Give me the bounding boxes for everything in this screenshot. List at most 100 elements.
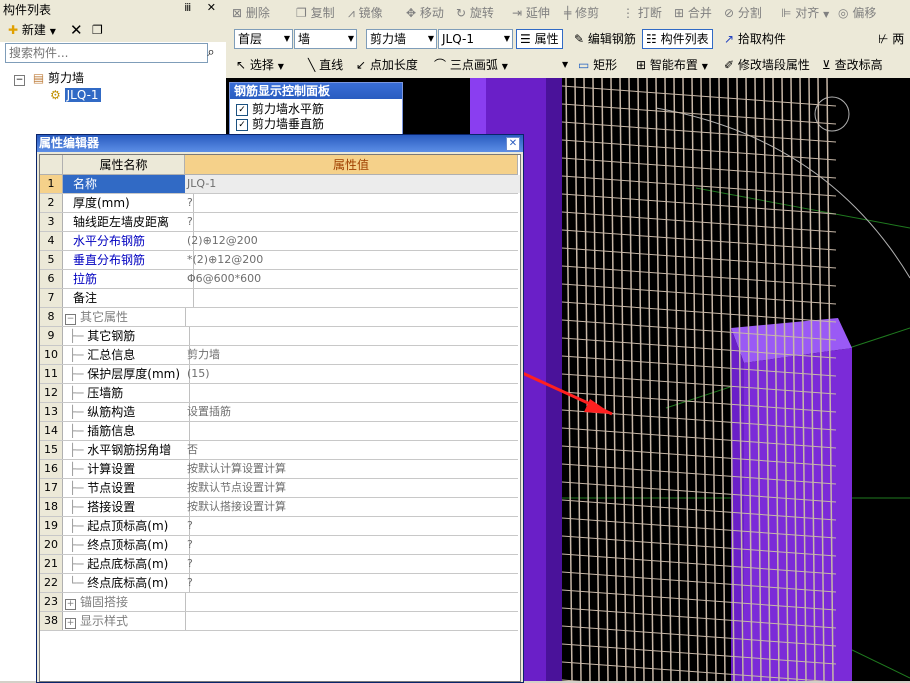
select-button[interactable]: ↖ 选择 ▼ — [236, 56, 284, 74]
merge-button[interactable]: ⊞ 合并 — [674, 4, 712, 22]
property-button[interactable]: ☰ 属性 — [516, 29, 563, 49]
table-row[interactable]: 8− 其它属性 — [40, 308, 518, 327]
subtype-select[interactable]: 剪力墙 ▼ — [366, 29, 437, 49]
rect-icon: ▭ — [578, 58, 590, 72]
table-row[interactable]: 12 ├─ 压墙筋 — [40, 384, 518, 403]
two-point-icon: ⊬ — [878, 32, 889, 46]
table-row[interactable]: 1 名称 JLQ-1 — [40, 175, 520, 194]
table-row[interactable]: 18 ├─ 搭接设置 按默认搭接设置计算 — [40, 498, 518, 517]
control-panel-title: 钢筋显示控制面板 — [230, 83, 402, 99]
vertical-rebar — [646, 78, 654, 681]
property-editor-title: 属性编辑器 — [37, 135, 523, 152]
trim-icon: ╪ — [564, 6, 572, 20]
mirror-button[interactable]: ⩘ 镜像 — [348, 4, 383, 22]
vertical-rebar — [682, 78, 690, 681]
copy-component-icon[interactable]: ❐ — [92, 21, 103, 39]
expand-icon[interactable]: + — [65, 618, 76, 629]
table-row[interactable]: 15 ├─ 水平钢筋拐角增否 — [40, 441, 518, 460]
point-length-button[interactable]: ↙ 点加长度 — [356, 56, 418, 74]
edit-rebar-button[interactable]: ✎ 编辑钢筋 — [574, 30, 636, 48]
split-button[interactable]: ⊘ 分割 — [724, 4, 762, 22]
property-editor-window: 属性编辑器 ✕ 属性名称 属性值 1 名称 JLQ-1 2 厚度(mm)? 3 轴线距左… — [36, 134, 524, 683]
collapse-icon[interactable]: − — [14, 75, 25, 86]
table-row[interactable]: 3 轴线距左墙皮距离? — [40, 213, 518, 232]
pin-icon[interactable]: ⅲ — [184, 1, 197, 14]
checkbox-vertical-rebar[interactable]: ✓ 剪力墙垂直筋 — [236, 117, 324, 131]
vertical-rebar — [610, 78, 618, 681]
collapse-icon[interactable]: − — [65, 314, 76, 325]
table-row[interactable]: 11 ├─ 保护层厚度(mm) (15) — [40, 365, 518, 384]
table-row[interactable]: 2 厚度(mm)? — [40, 194, 518, 213]
modify-segment-button[interactable]: ✐ 修改墙段属性 — [724, 56, 810, 74]
new-component-button[interactable]: ✚ 新建 ▼ — [8, 21, 56, 39]
table-row[interactable]: 17 ├─ 节点设置 按默认节点设置计算 — [40, 479, 518, 498]
dropdown-arrow-icon: ▼ — [49, 27, 56, 36]
close-icon[interactable]: ✕ — [506, 137, 520, 151]
close-icon[interactable]: ✕ — [207, 1, 222, 14]
checkbox-checked-icon[interactable]: ✓ — [236, 118, 248, 131]
floor-select[interactable]: 首层 ▼ — [234, 29, 293, 49]
line-button[interactable]: ╲ 直线 — [308, 56, 343, 74]
move-icon: ✥ — [406, 6, 417, 20]
align-button[interactable]: ⊫ 对齐 ▼ — [781, 4, 829, 22]
table-row[interactable]: 19 ├─ 起点顶标高(m)? — [40, 517, 518, 536]
vertical-rebar — [691, 78, 699, 681]
three-point-arc-button[interactable]: ⌒ 三点画弧 ▼ — [434, 56, 508, 74]
vertical-rebar — [619, 78, 627, 681]
table-row[interactable]: 20 ├─ 终点顶标高(m)? — [40, 536, 518, 555]
delete-icon: ⊠ — [232, 6, 243, 20]
vertical-rebar — [718, 78, 726, 681]
component-select[interactable]: JLQ-1 ▼ — [438, 29, 513, 49]
table-row[interactable]: 14 ├─ 插筋信息 — [40, 422, 518, 441]
rect-button[interactable]: ▭ 矩形 — [578, 56, 617, 74]
check-elevation-icon: ⊻ — [822, 58, 831, 72]
table-row[interactable]: 22 └─ 终点底标高(m)? — [40, 574, 518, 593]
vertical-rebar — [655, 78, 663, 681]
move-button[interactable]: ✥ 移动 — [406, 4, 444, 22]
expand-icon[interactable]: + — [65, 599, 76, 610]
checkbox-checked-icon[interactable]: ✓ — [236, 103, 248, 116]
table-row[interactable]: 38 + 显示样式 — [40, 612, 518, 631]
arc-dropdown-icon[interactable]: ▼ — [562, 56, 568, 74]
extend-button[interactable]: ⇥ 延伸 — [512, 4, 550, 22]
delete-button[interactable]: ⊠ 删除 — [232, 4, 270, 22]
table-row[interactable]: 23 + 锚固搭接 — [40, 593, 518, 612]
pick-icon: ↗ — [724, 32, 735, 46]
copy-button[interactable]: ❐ 复制 — [296, 4, 335, 22]
component-search-input[interactable] — [5, 43, 208, 63]
table-row[interactable]: 7 备注 — [40, 289, 518, 308]
col-value-header: 属性值 — [185, 155, 518, 175]
break-button[interactable]: ⋮ 打断 — [622, 4, 662, 22]
search-icon[interactable]: ⌕ — [201, 43, 221, 63]
mirror-icon: ⩘ — [348, 6, 355, 20]
pick-component-button[interactable]: ↗ 拾取构件 — [724, 30, 786, 48]
component-list-button[interactable]: ☷ 构件列表 — [642, 29, 713, 49]
split-icon: ⊘ — [724, 6, 735, 20]
smart-layout-icon: ⊞ — [636, 58, 647, 72]
offset-button[interactable]: ◎ 偏移 — [838, 4, 876, 22]
table-row[interactable]: 4 水平分布钢筋 (2)⊕12@200 — [40, 232, 518, 251]
trim-button[interactable]: ╪ 修剪 — [564, 4, 599, 22]
checkbox-horizontal-rebar[interactable]: ✓ 剪力墙水平筋 — [236, 102, 324, 116]
delete-component-icon[interactable]: ✕ — [70, 21, 83, 39]
component-list-title: 构件列表 — [3, 3, 52, 17]
table-row[interactable]: 6 拉筋 Φ6@600*600 — [40, 270, 518, 289]
table-row[interactable]: 16 ├─ 计算设置 按默认计算设置计算 — [40, 460, 518, 479]
type-select[interactable]: 墙 ▼ — [294, 29, 357, 49]
table-row[interactable]: 9 ├─ 其它钢筋 — [40, 327, 518, 346]
break-icon: ⋮ — [622, 6, 634, 20]
smart-layout-button[interactable]: ⊞ 智能布置 ▼ — [636, 56, 708, 74]
cursor-icon: ↖ — [236, 58, 247, 72]
tree-item-shear-wall[interactable]: − ▤ 剪力墙 — [14, 70, 84, 86]
table-row[interactable]: 10 ├─ 汇总信息 剪力墙 — [40, 346, 518, 365]
table-row[interactable]: 13 ├─ 纵筋构造 设置插筋 — [40, 403, 518, 422]
horizontal-rebar — [561, 301, 837, 323]
table-row[interactable]: 5 垂直分布钢筋 *(2)⊕12@200 — [40, 251, 518, 270]
row-number-header — [40, 155, 63, 175]
tree-item-jlq1[interactable]: ⚙ JLQ-1 — [50, 87, 101, 103]
check-elevation-button[interactable]: ⊻ 查改标高 — [822, 56, 883, 74]
rotate-button[interactable]: ↻ 旋转 — [456, 4, 494, 22]
two-point-button[interactable]: ⊬ 两 — [878, 30, 904, 48]
edit-toolbar: ⊠ 删除 ❐ 复制 ⩘ 镜像 ✥ 移动 ↻ 旋转 ⇥ 延伸 ╪ 修剪 ⋮ 打断 … — [226, 0, 910, 27]
table-row[interactable]: 21 ├─ 起点底标高(m)? — [40, 555, 518, 574]
